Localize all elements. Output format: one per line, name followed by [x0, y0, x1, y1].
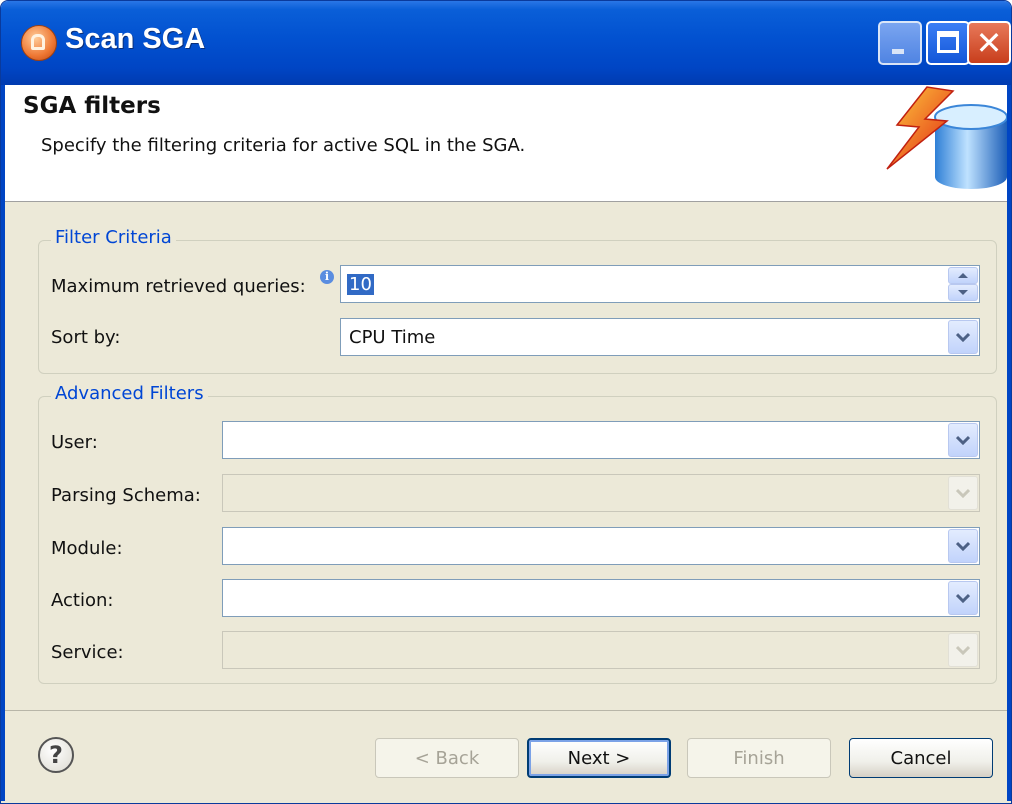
chevron-down-icon [956, 332, 970, 342]
max-queries-stepper [948, 267, 978, 301]
parsing-schema-dropdown-button [948, 476, 978, 510]
chevron-down-icon [956, 488, 970, 498]
sort-by-value: CPU Time [349, 327, 436, 348]
chevron-down-icon [956, 541, 970, 551]
sort-by-label: Sort by: [51, 327, 121, 348]
module-label: Module: [51, 538, 123, 559]
max-queries-label: Maximum retrieved queries: [51, 276, 306, 297]
window-frame-right [1007, 85, 1011, 801]
minimize-icon [892, 49, 904, 54]
module-combo[interactable] [222, 527, 980, 565]
chevron-down-icon [956, 435, 970, 445]
back-button[interactable]: < Back [375, 738, 519, 778]
minimize-button[interactable] [878, 21, 922, 65]
module-dropdown-button[interactable] [948, 529, 978, 563]
filters-panel: Filter Criteria Maximum retrieved querie… [5, 202, 1007, 710]
header-banner: SGA filters Specify the filtering criter… [5, 85, 1007, 202]
chevron-down-icon [956, 645, 970, 655]
maximize-button[interactable] [926, 21, 970, 65]
user-combo[interactable] [222, 421, 980, 459]
scan-sga-dialog: Scan SGA ✕ SGA filters Specify the filte… [0, 0, 1012, 804]
close-icon: ✕ [975, 24, 1003, 62]
action-label: Action: [51, 590, 114, 611]
finish-button[interactable]: Finish [687, 738, 831, 778]
advanced-filters-group: Advanced Filters User: Parsing Schema: M… [38, 383, 997, 684]
page-description: Specify the filtering criteria for activ… [41, 135, 526, 156]
max-queries-spinner[interactable]: 10 [340, 265, 980, 303]
next-button[interactable]: Next > [527, 738, 671, 778]
chevron-down-icon [956, 593, 970, 603]
window-title: Scan SGA [65, 23, 206, 55]
database-lightning-icon [886, 86, 1007, 189]
action-combo[interactable] [222, 579, 980, 617]
action-dropdown-button[interactable] [948, 581, 978, 615]
spin-down-icon [958, 290, 968, 295]
service-combo [222, 631, 980, 669]
sort-by-dropdown-button[interactable] [948, 320, 978, 354]
user-label: User: [51, 432, 98, 453]
title-bar[interactable]: Scan SGA ✕ [1, 1, 1011, 85]
max-queries-value[interactable]: 10 [347, 274, 374, 295]
user-dropdown-button[interactable] [948, 423, 978, 457]
advanced-filters-legend: Advanced Filters [51, 383, 208, 404]
spin-up-button[interactable] [948, 267, 978, 284]
filter-criteria-group: Filter Criteria Maximum retrieved querie… [38, 227, 997, 374]
spin-down-button[interactable] [948, 284, 978, 301]
filter-criteria-legend: Filter Criteria [51, 227, 176, 248]
cancel-button[interactable]: Cancel [849, 738, 993, 778]
service-dropdown-button [948, 633, 978, 667]
app-icon [21, 25, 57, 61]
button-bar: ? < Back Next > Finish Cancel [5, 710, 1007, 800]
parsing-schema-combo [222, 474, 980, 512]
service-label: Service: [51, 642, 124, 663]
sort-by-combo[interactable]: CPU Time [340, 318, 980, 356]
help-icon[interactable]: ? [38, 737, 74, 773]
maximize-icon [937, 31, 959, 53]
close-button[interactable]: ✕ [967, 21, 1011, 65]
parsing-schema-label: Parsing Schema: [51, 485, 201, 506]
page-title: SGA filters [23, 93, 161, 119]
spin-up-icon [958, 273, 968, 278]
info-icon: i [320, 270, 334, 284]
